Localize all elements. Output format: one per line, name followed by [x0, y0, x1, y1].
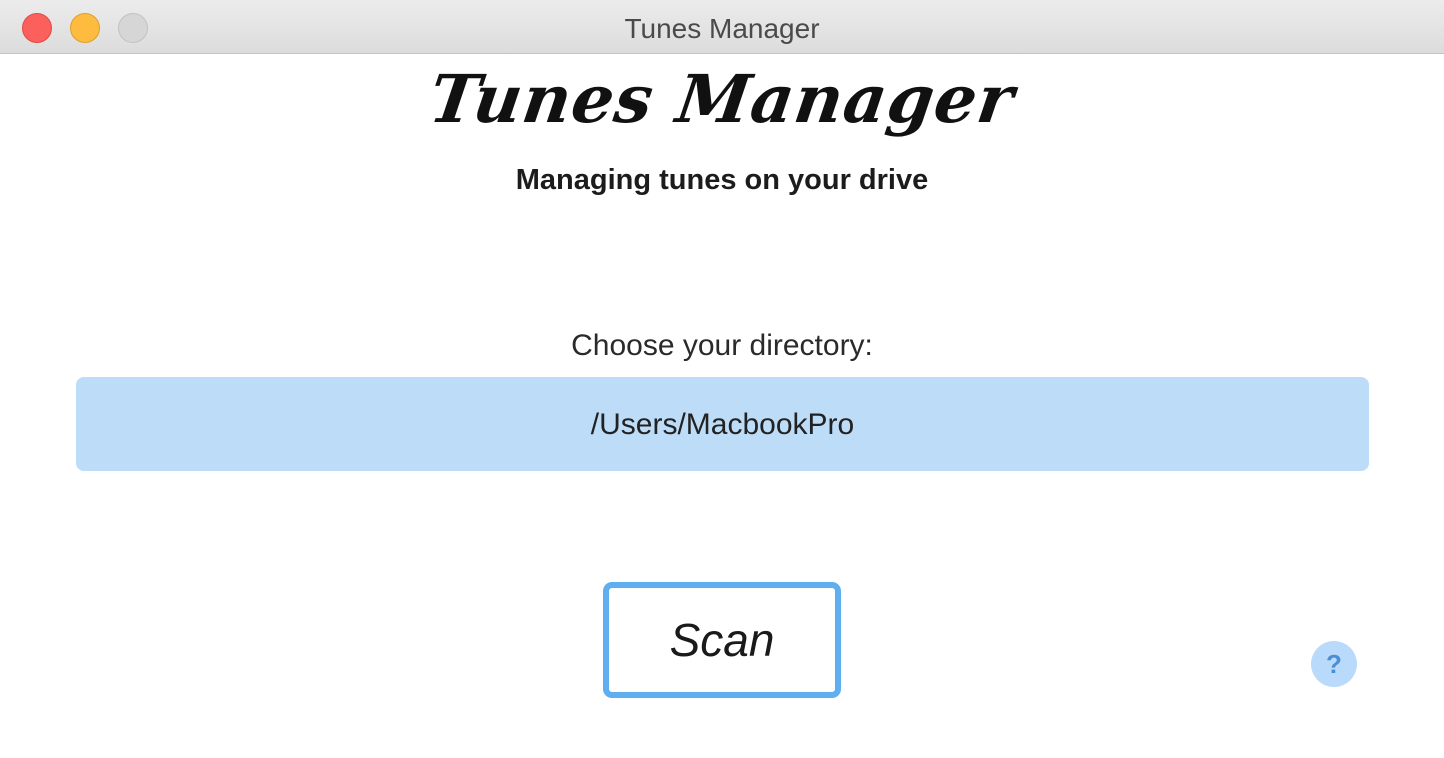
question-mark-icon: ? [1326, 649, 1342, 679]
scan-button[interactable]: Scan [603, 582, 841, 698]
app-window: Tunes Manager Tunes Manager Managing tun… [0, 0, 1444, 758]
window-title: Tunes Manager [624, 13, 820, 44]
title-bar[interactable]: Tunes Manager [0, 0, 1444, 54]
directory-label: Choose your directory: [571, 329, 873, 362]
help-button[interactable]: ? [1311, 641, 1357, 687]
directory-chooser-field[interactable]: /Users/MacbookPro [76, 377, 1369, 471]
app-logo-title: Tunes Manager [424, 60, 1020, 138]
app-tagline: Managing tunes on your drive [515, 164, 929, 196]
